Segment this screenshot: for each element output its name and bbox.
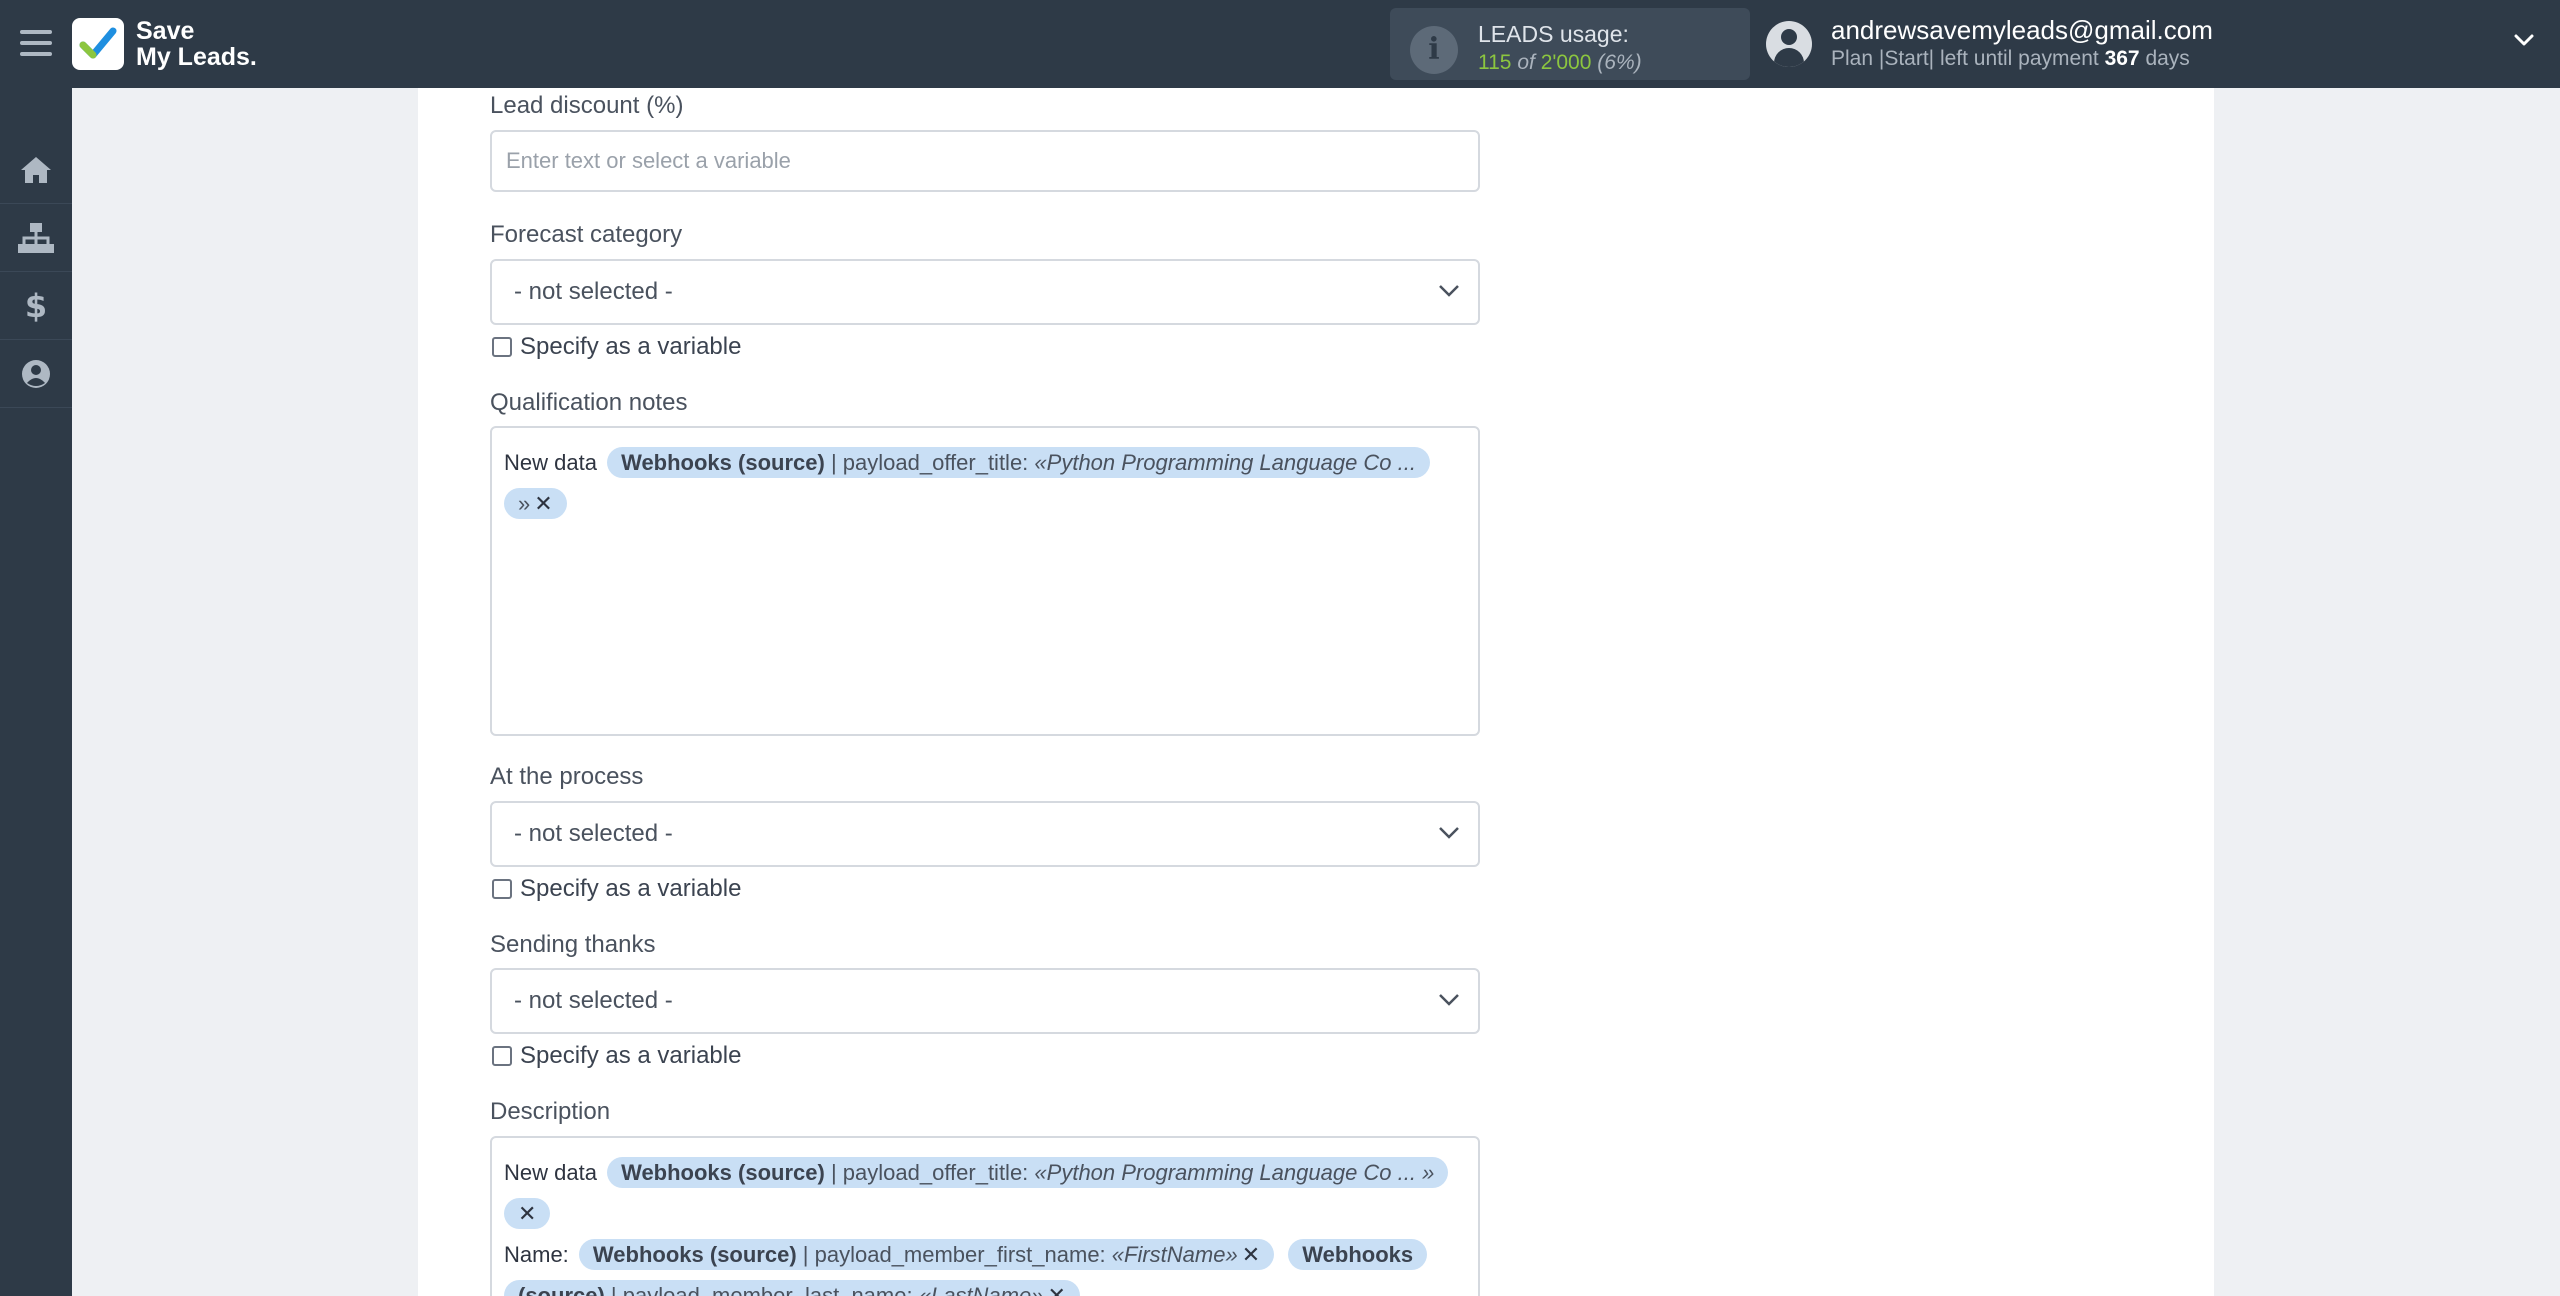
- at-the-process-select[interactable]: - not selected -: [490, 801, 1480, 867]
- sidebar-item-connections[interactable]: [0, 204, 72, 272]
- svg-text:$: $: [25, 289, 47, 323]
- process-specify-variable[interactable]: Specify as a variable: [492, 875, 741, 903]
- plan-info: Plan |Start| left until payment 367 days: [1831, 47, 2190, 70]
- sending-thanks-select[interactable]: - not selected -: [490, 968, 1480, 1034]
- qualification-notes-textarea[interactable]: New data Webhooks (source) | payload_off…: [490, 426, 1480, 736]
- sidebar: $: [0, 88, 72, 1296]
- forecast-specify-variable[interactable]: Specify as a variable: [492, 333, 741, 361]
- sidebar-item-home[interactable]: [0, 136, 72, 204]
- variable-tag[interactable]: Webhooks: [1288, 1239, 1428, 1270]
- logo-text: Save My Leads.: [136, 17, 257, 71]
- sending-thanks-label: Sending thanks: [490, 931, 656, 958]
- variable-tag[interactable]: Webhooks (source) | payload_offer_title:…: [607, 1157, 1449, 1188]
- description-label: Description: [490, 1098, 611, 1125]
- remove-tag-icon[interactable]: ✕: [1047, 1283, 1065, 1296]
- chevron-down-icon: [1439, 285, 1459, 297]
- checkbox[interactable]: [492, 1046, 512, 1066]
- user-email[interactable]: andrewsavemyleads@gmail.com: [1831, 15, 2213, 46]
- top-header: Save My Leads. i LEADS usage: 115 of 2'0…: [0, 0, 2560, 88]
- usage-title: LEADS usage:: [1478, 21, 1629, 47]
- checkbox[interactable]: [492, 337, 512, 357]
- sidebar-item-billing[interactable]: $: [0, 272, 72, 340]
- leads-usage-panel: i LEADS usage: 115 of 2'000 (6%): [1390, 8, 1750, 80]
- description-textarea[interactable]: New data Webhooks (source) | payload_off…: [490, 1136, 1480, 1296]
- checkbox[interactable]: [492, 879, 512, 899]
- remove-tag-button[interactable]: ✕: [504, 1198, 551, 1229]
- sidebar-item-account[interactable]: [0, 340, 72, 408]
- home-icon: [21, 156, 51, 183]
- logo-check-icon: [72, 18, 124, 70]
- dollar-icon: $: [25, 289, 47, 323]
- chevron-down-icon: [1439, 994, 1459, 1006]
- usage-count: 115 of 2'000 (6%): [1478, 51, 1642, 74]
- sitemap-icon: [18, 222, 54, 253]
- thanks-specify-variable[interactable]: Specify as a variable: [492, 1042, 741, 1070]
- variable-tag-continued[interactable]: (source) | payload_member_last_name: «La…: [504, 1280, 1080, 1296]
- forecast-category-label: Forecast category: [490, 221, 683, 248]
- avatar-icon[interactable]: [1766, 21, 1812, 67]
- chevron-down-icon[interactable]: [2514, 30, 2534, 50]
- forecast-category-select[interactable]: - not selected -: [490, 259, 1480, 325]
- menu-icon[interactable]: [20, 26, 52, 60]
- lead-discount-input[interactable]: Enter text or select a variable: [490, 130, 1480, 192]
- at-the-process-label: At the process: [490, 763, 644, 790]
- info-icon[interactable]: i: [1410, 26, 1458, 74]
- variable-tag[interactable]: Webhooks (source) | payload_offer_title:…: [607, 447, 1430, 478]
- variable-tag-end[interactable]: » ✕: [504, 488, 567, 519]
- user-circle-icon: [22, 359, 50, 388]
- qualification-notes-label: Qualification notes: [490, 389, 688, 416]
- variable-tag[interactable]: Webhooks (source) | payload_member_first…: [578, 1239, 1275, 1270]
- lead-discount-label: Lead discount (%): [490, 92, 684, 119]
- chevron-down-icon: [1439, 827, 1459, 839]
- remove-tag-icon[interactable]: ✕: [534, 491, 552, 516]
- logo[interactable]: Save My Leads.: [72, 16, 257, 72]
- remove-tag-icon[interactable]: ✕: [518, 1201, 536, 1226]
- remove-tag-icon[interactable]: ✕: [1242, 1242, 1260, 1267]
